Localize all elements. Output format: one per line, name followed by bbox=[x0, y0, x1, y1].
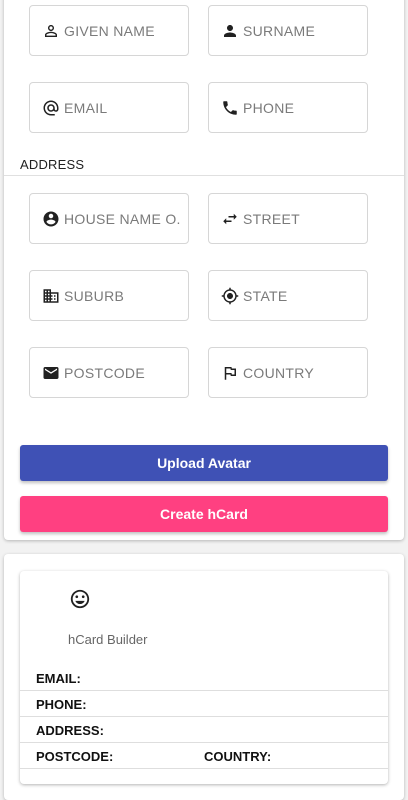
account-circle-icon bbox=[41, 209, 61, 229]
preview-phone-row: PHONE: bbox=[20, 691, 388, 717]
preview-postcode-label: POSTCODE: bbox=[36, 749, 114, 764]
street-field[interactable] bbox=[208, 193, 368, 244]
house-name-input[interactable] bbox=[64, 210, 182, 227]
phone-icon bbox=[220, 98, 240, 118]
at-sign-icon bbox=[41, 98, 61, 118]
given-name-field[interactable] bbox=[29, 5, 189, 56]
address-section-label: ADDRESS bbox=[20, 157, 85, 172]
postcode-input[interactable] bbox=[64, 364, 182, 381]
phone-input[interactable] bbox=[243, 99, 361, 116]
hcard-preview-card: hCard Builder EMAIL: PHONE: ADDRESS: POS… bbox=[4, 554, 404, 800]
country-field[interactable] bbox=[208, 347, 368, 398]
upload-avatar-button[interactable]: Upload Avatar bbox=[20, 445, 388, 481]
mail-icon bbox=[41, 363, 61, 383]
flag-icon bbox=[220, 363, 240, 383]
preview-address-label: ADDRESS: bbox=[36, 723, 104, 738]
swap-horiz-icon bbox=[220, 209, 240, 229]
state-input[interactable] bbox=[243, 287, 361, 304]
preview-email-row: EMAIL: bbox=[20, 665, 388, 691]
preview-country-label: COUNTRY: bbox=[204, 749, 272, 764]
given-name-input[interactable] bbox=[64, 22, 182, 39]
suburb-field[interactable] bbox=[29, 270, 189, 321]
hcard-form-card: ADDRESS Upload bbox=[4, 0, 404, 540]
person-icon bbox=[220, 21, 240, 41]
section-divider bbox=[4, 175, 404, 176]
house-name-field[interactable] bbox=[29, 193, 189, 244]
preview-phone-label: PHONE: bbox=[36, 697, 87, 712]
smiley-face-icon bbox=[69, 588, 91, 610]
suburb-input[interactable] bbox=[64, 287, 182, 304]
create-hcard-button[interactable]: Create hCard bbox=[20, 496, 388, 532]
target-icon bbox=[220, 286, 240, 306]
business-icon bbox=[41, 286, 61, 306]
state-field[interactable] bbox=[208, 270, 368, 321]
email-input[interactable] bbox=[64, 99, 182, 116]
preview-name: hCard Builder bbox=[68, 632, 148, 647]
preview-email-label: EMAIL: bbox=[36, 671, 81, 686]
postcode-field[interactable] bbox=[29, 347, 189, 398]
preview-postcode-country-row: POSTCODE: COUNTRY: bbox=[20, 743, 388, 769]
street-input[interactable] bbox=[243, 210, 361, 227]
phone-field[interactable] bbox=[208, 82, 368, 133]
email-field[interactable] bbox=[29, 82, 189, 133]
surname-input[interactable] bbox=[243, 22, 361, 39]
preview-address-row: ADDRESS: bbox=[20, 717, 388, 743]
country-input[interactable] bbox=[243, 364, 361, 381]
surname-field[interactable] bbox=[208, 5, 368, 56]
hcard-preview: hCard Builder EMAIL: PHONE: ADDRESS: POS… bbox=[20, 571, 388, 784]
person-outline-icon bbox=[41, 21, 61, 41]
